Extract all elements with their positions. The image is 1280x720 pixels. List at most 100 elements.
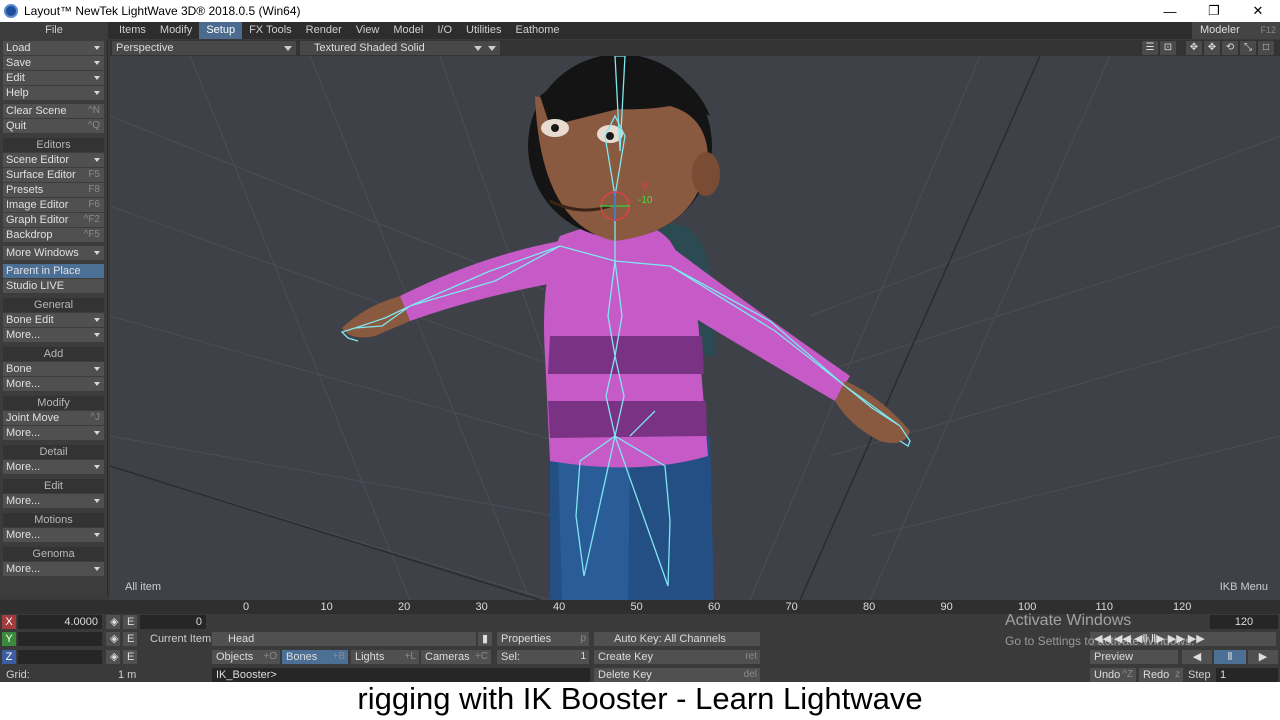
- motions-more-button[interactable]: More...: [3, 528, 104, 542]
- create-key-shortcut: ret: [745, 651, 757, 662]
- x-env-button[interactable]: E: [123, 615, 137, 629]
- restore-button[interactable]: ❐: [1192, 0, 1236, 22]
- frame-end-field[interactable]: 120: [1210, 615, 1278, 629]
- minimize-button[interactable]: —: [1148, 0, 1192, 22]
- right-hand: [835, 381, 910, 444]
- bones-button[interactable]: Bones +B: [282, 650, 348, 664]
- step-field[interactable]: 1: [1216, 668, 1278, 682]
- menu-tab-fx-tools[interactable]: FX Tools: [242, 22, 299, 39]
- menu-tab-eathome[interactable]: Eathome: [508, 22, 566, 39]
- frame-start-field[interactable]: 0: [140, 615, 206, 629]
- genoma-more-button[interactable]: More...: [3, 562, 104, 576]
- play-icon[interactable]: ▶: [1248, 650, 1278, 664]
- list-icon[interactable]: ☰: [1142, 41, 1158, 55]
- graph-editor-button[interactable]: Graph Editor ^F2: [3, 213, 104, 227]
- current-item-select[interactable]: Head: [212, 632, 476, 646]
- y-lock-icon[interactable]: ◈: [106, 632, 120, 646]
- delete-key-button[interactable]: Delete Key del: [594, 668, 760, 682]
- handle-x-readout: 0: [642, 181, 648, 192]
- image-editor-button[interactable]: Image Editor F6: [3, 198, 104, 212]
- more-label: More...: [6, 329, 41, 341]
- menu-tab-modify[interactable]: Modify: [153, 22, 199, 39]
- redo-button[interactable]: Redo z: [1139, 668, 1183, 682]
- clear-scene-button[interactable]: Clear Scene ^N: [3, 104, 104, 118]
- chevron-down-icon: [474, 46, 482, 51]
- parent-in-place-button[interactable]: Parent in Place: [3, 264, 104, 278]
- create-key-button[interactable]: Create Key ret: [594, 650, 760, 664]
- z-value-field[interactable]: [18, 650, 102, 664]
- move-view-icon[interactable]: ✥: [1186, 41, 1202, 55]
- preview-select[interactable]: Preview: [1090, 650, 1178, 664]
- more-windows-button[interactable]: More Windows: [3, 246, 104, 260]
- auto-key-select[interactable]: Auto Key: All Channels: [594, 632, 760, 646]
- item-info-icon[interactable]: ▮: [478, 632, 492, 646]
- joint-move-shortcut: ^J: [90, 412, 100, 423]
- modeler-button[interactable]: Modeler F12: [1192, 22, 1280, 39]
- load-button[interactable]: Load: [3, 41, 104, 55]
- pause-icon[interactable]: Ⅱ: [1214, 650, 1246, 664]
- title-bar: Layout™ NewTek LightWave 3D® 2018.0.5 (W…: [0, 0, 1280, 22]
- chevron-down-icon: [94, 158, 100, 162]
- motions-section-header: Motions: [3, 513, 104, 527]
- axis-line: [110, 465, 541, 600]
- ikb-menu-button[interactable]: IKB Menu: [1220, 581, 1268, 593]
- save-view-icon[interactable]: ⊡: [1160, 41, 1176, 55]
- y-env-button[interactable]: E: [123, 632, 137, 646]
- properties-button[interactable]: Properties p: [497, 632, 589, 646]
- backdrop-button[interactable]: Backdrop ^F5: [3, 228, 104, 242]
- scene-render: 0 -10: [110, 56, 1280, 600]
- cameras-shortcut: +C: [474, 651, 488, 662]
- y-value-field[interactable]: [18, 632, 102, 646]
- menu-tab-model[interactable]: Model: [386, 22, 430, 39]
- detail-more-button[interactable]: More...: [3, 460, 104, 474]
- more-label: More...: [6, 427, 41, 439]
- view-mode-select[interactable]: Perspective: [112, 41, 296, 55]
- help-button[interactable]: Help: [3, 86, 104, 100]
- lights-button[interactable]: Lights +L: [351, 650, 419, 664]
- presets-button[interactable]: Presets F8: [3, 183, 104, 197]
- general-more-button[interactable]: More...: [3, 328, 104, 342]
- selection-count-field: Sel: 1: [497, 650, 589, 664]
- undo-button[interactable]: Undo ^Z: [1090, 668, 1136, 682]
- modify-section-header: Modify: [3, 396, 104, 410]
- modify-more-button[interactable]: More...: [3, 426, 104, 440]
- add-more-button[interactable]: More...: [3, 377, 104, 391]
- scene-editor-button[interactable]: Scene Editor: [3, 153, 104, 167]
- z-env-button[interactable]: E: [123, 650, 137, 664]
- quit-button[interactable]: Quit ^Q: [3, 119, 104, 133]
- cameras-label: Cameras: [425, 651, 470, 663]
- menu-tab-render[interactable]: Render: [299, 22, 349, 39]
- menu-tab-setup[interactable]: Setup: [199, 22, 243, 39]
- zoom-view-icon[interactable]: ⤡: [1240, 41, 1256, 55]
- edit-button[interactable]: Edit: [3, 71, 104, 85]
- menu-tab-utilities[interactable]: Utilities: [459, 22, 508, 39]
- surface-editor-button[interactable]: Surface Editor F5: [3, 168, 104, 182]
- chevron-down-icon: [94, 91, 100, 95]
- shading-mode-select[interactable]: Textured Shaded Solid: [300, 41, 486, 55]
- bone-edit-button[interactable]: Bone Edit: [3, 313, 104, 327]
- save-label: Save: [6, 57, 32, 69]
- close-button[interactable]: ✕: [1236, 0, 1280, 22]
- cameras-button[interactable]: Cameras +C: [421, 650, 491, 664]
- objects-button[interactable]: Objects +O: [212, 650, 280, 664]
- play-reverse-icon[interactable]: ◀: [1182, 650, 1212, 664]
- x-value-field[interactable]: 4.0000: [18, 615, 102, 629]
- x-axis-label: X: [2, 615, 16, 629]
- orbit-view-icon[interactable]: ⟲: [1222, 41, 1238, 55]
- x-lock-icon[interactable]: ◈: [106, 615, 120, 629]
- save-button[interactable]: Save: [3, 56, 104, 70]
- backdrop-shortcut: ^F5: [83, 229, 100, 240]
- menu-tab-i-o[interactable]: I/O: [430, 22, 459, 39]
- add-bone-button[interactable]: Bone: [3, 362, 104, 376]
- chevron-down-icon: [284, 46, 292, 51]
- rotate-view-icon[interactable]: ✥: [1204, 41, 1220, 55]
- menu-tab-items[interactable]: Items: [112, 22, 153, 39]
- joint-move-button[interactable]: Joint Move ^J: [3, 411, 104, 425]
- studio-live-button[interactable]: Studio LIVE: [3, 279, 104, 293]
- 3d-viewport[interactable]: 0 -10 All item IKB Menu: [110, 56, 1280, 600]
- edit-more-button[interactable]: More...: [3, 494, 104, 508]
- viewport-options-button[interactable]: [486, 41, 500, 55]
- menu-tab-view[interactable]: View: [349, 22, 387, 39]
- maximize-view-icon[interactable]: □: [1258, 41, 1274, 55]
- z-lock-icon[interactable]: ◈: [106, 650, 120, 664]
